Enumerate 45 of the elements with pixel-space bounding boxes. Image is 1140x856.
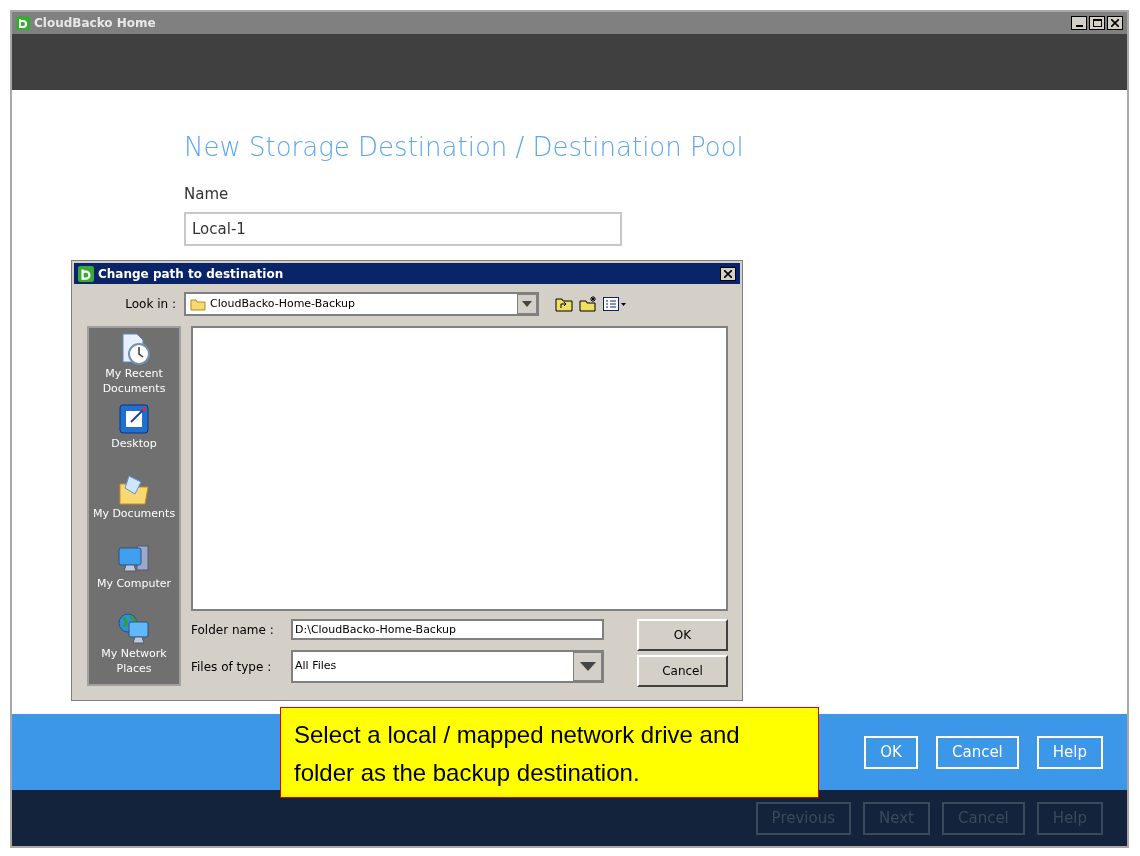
dropdown-arrow-button[interactable] <box>573 652 602 681</box>
page-heading: New Storage Destination / Destination Pool <box>184 131 745 164</box>
place-label[interactable]: My Network Places <box>89 646 179 676</box>
caret-icon <box>579 662 596 671</box>
globe-computer-icon <box>117 612 151 646</box>
place-label[interactable]: My Documents <box>92 506 176 521</box>
look-in-dropdown[interactable]: CloudBacko-Home-Backup <box>184 292 539 316</box>
minimize-button[interactable] <box>1071 16 1087 30</box>
file-type-label: Files of type : <box>191 658 273 676</box>
folder-documents-icon <box>117 472 151 506</box>
footer-button[interactable]: OK <box>864 735 918 769</box>
maximize-icon <box>1092 19 1102 27</box>
close-icon <box>724 269 732 278</box>
folder-icon <box>190 297 206 311</box>
desktop-icon <box>117 402 151 436</box>
window-title: CloudBacko Home <box>34 15 157 32</box>
file-type-dropdown[interactable]: All Files <box>291 650 604 683</box>
place-label[interactable]: Desktop <box>111 436 157 451</box>
dropdown-arrow-button[interactable] <box>517 294 537 314</box>
callout-note: Select a local / mapped network drive and folder as the backup destination. <box>280 707 819 798</box>
dialog-title: Change path to destination <box>98 265 285 283</box>
name-label: Name <box>184 184 230 205</box>
close-icon <box>1111 19 1119 27</box>
up-folder-icon[interactable] <box>555 296 573 312</box>
close-button[interactable] <box>720 266 736 281</box>
app-logo-icon <box>78 265 94 282</box>
look-in-label: Look in : <box>124 296 177 313</box>
footer-button[interactable]: Cancel <box>935 735 1019 769</box>
maximize-button[interactable] <box>1089 16 1105 30</box>
folder-name-field[interactable]: D:\CloudBacko-Home-Backup <box>291 619 604 640</box>
place-label[interactable]: My Computer <box>96 576 172 591</box>
app-logo-icon <box>16 16 30 30</box>
folder-name-label: Folder name : <box>191 621 275 639</box>
dialog-button[interactable]: OK <box>637 619 728 651</box>
name-field[interactable]: Local-1 <box>184 211 622 246</box>
view-menu-icon[interactable] <box>603 297 627 311</box>
caret-icon <box>522 301 532 307</box>
minimize-icon <box>1075 25 1083 27</box>
place-label[interactable]: My Recent Documents <box>89 366 179 396</box>
footer-button[interactable]: Help <box>1036 735 1103 769</box>
close-button[interactable] <box>1107 16 1123 30</box>
file-type-value: All Files <box>295 658 338 675</box>
new-folder-icon[interactable] <box>579 296 597 312</box>
look-in-value: CloudBacko-Home-Backup <box>210 295 357 312</box>
dialog-button[interactable]: Cancel <box>637 655 728 687</box>
